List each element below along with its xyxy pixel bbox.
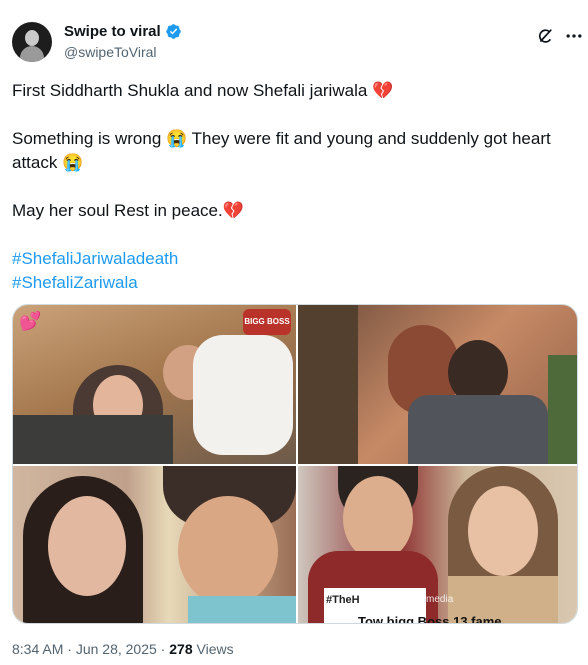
tweet-line-1: First Siddharth Shukla and now Shefali j…: [12, 81, 394, 100]
avatar[interactable]: [12, 22, 52, 62]
views-count[interactable]: 278: [169, 641, 192, 657]
caption-tag: #TheH: [326, 594, 360, 606]
tweet-line-3: May her soul Rest in peace.💔: [12, 201, 244, 220]
media-image-1[interactable]: BIGG BOSS 💕: [13, 305, 296, 464]
tweet-text: First Siddharth Shukla and now Shefali j…: [12, 79, 572, 295]
grok-icon[interactable]: [535, 26, 555, 46]
author-handle[interactable]: @swipeToViral: [64, 44, 157, 60]
media-image-4[interactable]: kartikey_media #TheH Tow bigg Boss 13 fa…: [298, 466, 577, 624]
author-name[interactable]: Swipe to viral: [64, 23, 161, 40]
hashtag-shefali-zariwala[interactable]: #ShefaliZariwala: [12, 273, 138, 292]
bigg-boss-badge: BIGG BOSS: [243, 309, 291, 335]
media-grid[interactable]: BIGG BOSS 💕 kartikey_media #TheH Tow big…: [12, 304, 578, 624]
tweet-line-2: Something is wrong 😭 They were fit and y…: [12, 129, 551, 172]
meta-separator: ·: [63, 641, 76, 657]
caption-text: Tow bigg Boss 13 fame: [358, 614, 502, 624]
tweet-date[interactable]: Jun 28, 2025: [76, 641, 157, 657]
meta-separator: ·: [156, 641, 170, 657]
tweet-meta: 8:34 AM · Jun 28, 2025 · 278 Views: [12, 641, 234, 657]
verified-badge-icon: [165, 24, 181, 39]
hashtag-shefali-jariwala-death[interactable]: #ShefaliJariwaladeath: [12, 249, 178, 268]
tweet-header: Swipe to viral @swipeToViral: [12, 20, 582, 64]
hearts-sticker: 💕: [19, 311, 42, 331]
views-label: Views: [192, 641, 234, 657]
tweet-time[interactable]: 8:34 AM: [12, 641, 63, 657]
author-name-row[interactable]: Swipe to viral: [64, 23, 182, 40]
media-image-2[interactable]: [298, 305, 577, 464]
media-image-3[interactable]: [13, 466, 296, 623]
more-icon[interactable]: [564, 26, 584, 46]
